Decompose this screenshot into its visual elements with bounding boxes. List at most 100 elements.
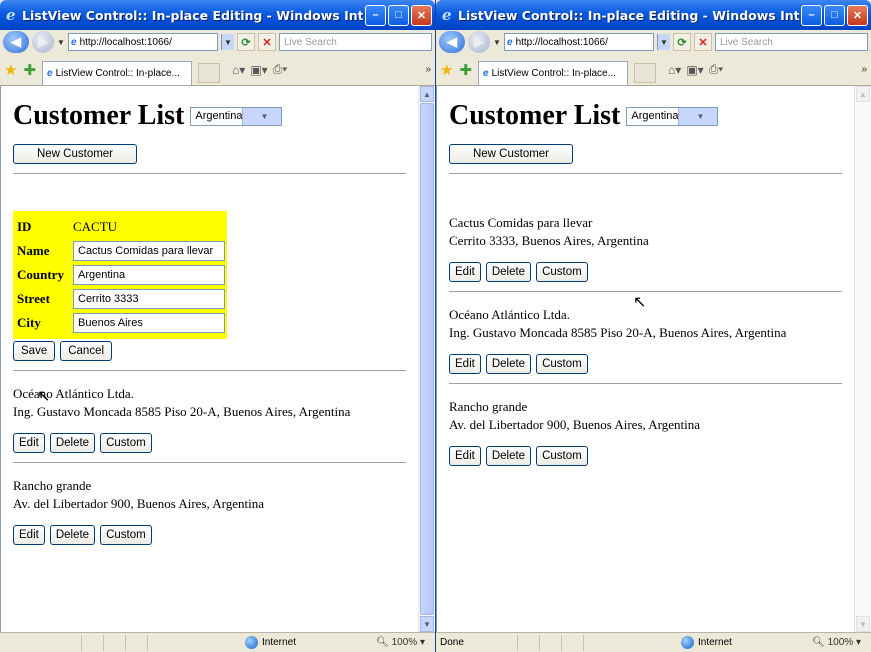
tab-page-icon: e <box>47 67 53 79</box>
refresh-icon[interactable]: ⟳ <box>237 33 255 51</box>
address-input[interactable]: e http://localhost:1066/ <box>68 33 218 51</box>
street-label: Street <box>17 291 50 306</box>
status-text: Done <box>440 637 464 648</box>
delete-button[interactable]: Delete <box>49 525 96 545</box>
favorites-star-icon[interactable]: ★ <box>440 61 453 79</box>
address-bar-row: ◀ ▶ ▼ e http://localhost:1066/ ▼ ⟳ ✕ Liv… <box>436 30 871 54</box>
zoom-icon: 🔍︎ <box>376 637 389 648</box>
city-field[interactable]: Buenos Aires <box>73 313 225 333</box>
maximize-icon[interactable]: □ <box>824 4 845 26</box>
history-dropdown-icon[interactable]: ▼ <box>57 38 65 47</box>
custom-button[interactable]: Custom <box>536 354 588 374</box>
new-tab-button[interactable] <box>634 62 657 83</box>
cancel-button[interactable]: Cancel <box>60 341 113 361</box>
zone-label: Internet <box>698 637 732 648</box>
title-bar[interactable]: e ListView Control:: In-place Editing - … <box>0 0 435 30</box>
zoom-level[interactable]: 🔍︎ 100% ▾ <box>355 637 435 648</box>
window-title: ListView Control:: In-place Editing - Wi… <box>458 7 799 23</box>
country-select[interactable]: Argentina ▼ <box>190 106 283 126</box>
stop-icon[interactable]: ✕ <box>694 33 712 51</box>
title-bar[interactable]: e ListView Control:: In-place Editing - … <box>436 0 871 30</box>
maximize-icon[interactable]: □ <box>388 4 409 26</box>
custom-button[interactable]: Custom <box>100 525 152 545</box>
feeds-icon[interactable]: ▣▾ <box>250 63 267 77</box>
home-icon[interactable]: ⌂▾ <box>668 63 681 77</box>
country-select-value: Argentina <box>631 110 679 122</box>
delete-button[interactable]: Delete <box>485 354 532 374</box>
forward-icon[interactable]: ▶ <box>32 31 54 53</box>
address-input[interactable]: e http://localhost:1066/ <box>504 33 654 51</box>
edit-button[interactable]: Edit <box>449 262 481 282</box>
search-input[interactable]: Live Search <box>715 33 868 51</box>
feeds-icon[interactable]: ▣▾ <box>686 63 703 77</box>
print-icon[interactable]: ⎙▾ <box>273 62 288 77</box>
new-tab-button[interactable] <box>198 62 221 83</box>
scroll-down-icon[interactable]: ▼ <box>856 616 870 632</box>
delete-button[interactable]: Delete <box>485 262 532 282</box>
chevron-down-icon[interactable]: ▼ <box>678 107 718 125</box>
divider <box>13 173 406 174</box>
custom-button[interactable]: Custom <box>536 262 588 282</box>
delete-button[interactable]: Delete <box>485 446 532 466</box>
mouse-cursor-icon: ↖ <box>37 388 51 405</box>
history-dropdown-icon[interactable]: ▼ <box>493 38 501 47</box>
zoom-level[interactable]: 🔍︎ 100% ▾ <box>791 637 871 648</box>
minimize-icon[interactable]: – <box>801 4 822 26</box>
new-customer-button[interactable]: New Customer <box>13 144 137 164</box>
new-customer-button[interactable]: New Customer <box>449 144 573 164</box>
page-content: Customer List Argentina ▼ New Customer C… <box>436 86 854 632</box>
close-icon[interactable]: ✕ <box>411 4 432 26</box>
security-zone: Internet <box>245 636 355 649</box>
scroll-thumb[interactable] <box>420 103 434 615</box>
custom-button[interactable]: Custom <box>536 446 588 466</box>
edit-form: ID CACTU Name Cactus Comidas para llevar… <box>13 211 227 339</box>
url-text: http://localhost:1066/ <box>79 36 172 48</box>
scroll-down-icon[interactable]: ▼ <box>420 616 434 632</box>
name-field[interactable]: Cactus Comidas para llevar <box>73 241 225 261</box>
tab-current[interactable]: e ListView Control:: In-place... <box>478 60 629 85</box>
more-tools-icon[interactable]: » <box>861 64 867 75</box>
vertical-scrollbar[interactable]: ▲ ▼ <box>854 86 871 632</box>
print-icon[interactable]: ⎙▾ <box>709 62 724 77</box>
edit-button[interactable]: Edit <box>13 433 45 453</box>
address-dropdown-icon[interactable]: ▼ <box>221 34 234 50</box>
refresh-icon[interactable]: ⟳ <box>673 33 691 51</box>
favorites-star-icon[interactable]: ★ <box>4 61 17 79</box>
edit-button[interactable]: Edit <box>13 525 45 545</box>
search-input[interactable]: Live Search <box>279 33 432 51</box>
back-icon[interactable]: ◀ <box>3 31 29 53</box>
address-dropdown-icon[interactable]: ▼ <box>657 34 670 50</box>
tab-current[interactable]: e ListView Control:: In-place... <box>42 60 193 85</box>
browser-window-right: e ListView Control:: In-place Editing - … <box>436 0 871 652</box>
delete-button[interactable]: Delete <box>49 433 96 453</box>
scroll-up-icon[interactable]: ▲ <box>856 86 870 102</box>
country-select[interactable]: Argentina ▼ <box>626 106 719 126</box>
status-bar: Done Internet 🔍︎ 100% ▾ <box>436 632 871 652</box>
more-tools-icon[interactable]: » <box>425 64 431 75</box>
street-field[interactable]: Cerrito 3333 <box>73 289 225 309</box>
stop-icon[interactable]: ✕ <box>258 33 276 51</box>
minimize-icon[interactable]: – <box>365 4 386 26</box>
add-favorites-icon[interactable]: ✚ <box>23 61 36 79</box>
edit-button[interactable]: Edit <box>449 446 481 466</box>
divider <box>13 370 406 371</box>
customer-name: Rancho grande <box>449 399 528 414</box>
vertical-scrollbar[interactable]: ▲ ▼ <box>418 86 435 632</box>
add-favorites-icon[interactable]: ✚ <box>459 61 472 79</box>
page-content: Customer List Argentina ▼ New Customer I… <box>0 86 418 632</box>
country-field[interactable]: Argentina <box>73 265 225 285</box>
edit-actions: Save Cancel <box>13 341 406 361</box>
close-icon[interactable]: ✕ <box>847 4 868 26</box>
globe-icon <box>245 636 258 649</box>
back-icon[interactable]: ◀ <box>439 31 465 53</box>
save-button[interactable]: Save <box>13 341 56 361</box>
divider <box>449 383 842 384</box>
forward-icon[interactable]: ▶ <box>468 31 490 53</box>
custom-button[interactable]: Custom <box>100 433 152 453</box>
edit-button[interactable]: Edit <box>449 354 481 374</box>
chevron-down-icon[interactable]: ▼ <box>242 107 282 125</box>
page-heading: Customer List <box>449 100 621 131</box>
tab-row: ★ ✚ e ListView Control:: In-place... ⌂▾ … <box>436 54 871 86</box>
home-icon[interactable]: ⌂▾ <box>232 63 245 77</box>
scroll-up-icon[interactable]: ▲ <box>420 86 434 102</box>
